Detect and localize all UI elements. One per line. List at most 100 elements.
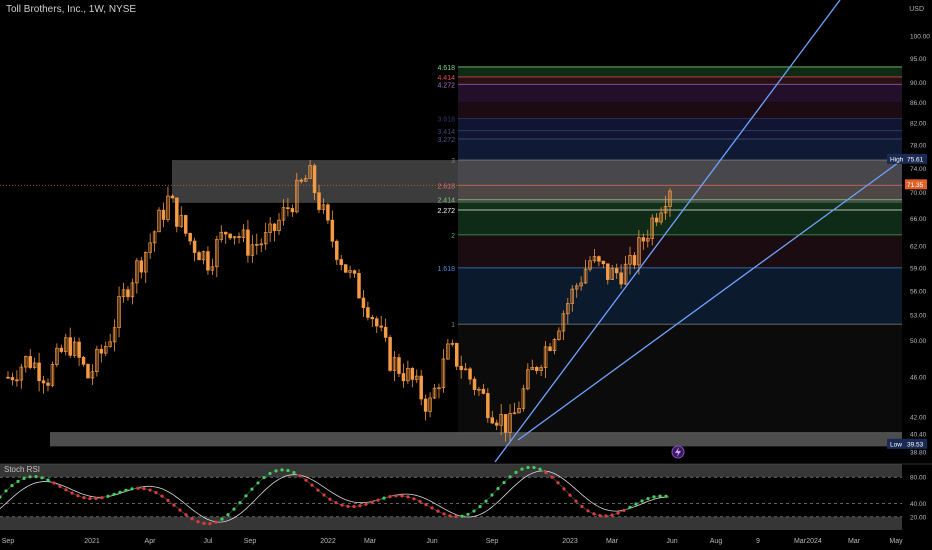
price-tick-label: 82.00 [910,121,927,128]
price-chart[interactable]: 4.618 4.4144.272 3.618 3.4143.272 3 2.618 2.41… [0,0,932,550]
candle-body [454,342,459,367]
stoch-dot [556,481,560,485]
fib-zone [458,66,902,77]
candle-body [206,251,210,271]
candle-body [228,233,232,239]
candle-body [286,207,290,210]
time-tick-label: Aug [710,538,723,545]
candle-body [77,341,81,358]
stoch-dot [274,469,278,473]
candle-body [197,252,201,261]
price-tick-label: 59.00 [910,265,927,272]
stoch-dot [106,494,110,498]
candle-body [375,318,379,327]
stoch-dot [538,467,542,471]
stoch-dot [16,479,20,483]
stoch-dot [466,512,470,516]
stoch-dot [256,481,260,485]
candle-body [641,237,646,242]
price-tick-label: 95.00 [910,56,927,63]
stoch-dot [94,497,98,501]
candle-body [397,357,401,374]
stoch-dot [622,508,626,512]
candle-body [534,366,539,371]
candle-body [6,376,10,379]
fib-zone [458,267,902,325]
support-box [50,432,902,447]
stoch-dot [496,487,500,491]
low-badge-value: 39.53 [907,441,924,448]
price-tick-label: 90.00 [910,80,927,87]
stoch-dot [478,504,482,509]
high-badge-label: High [890,156,904,163]
fib-label: 1 [451,322,455,329]
stoch-dot [160,494,164,498]
fib-label: 3.414 [437,129,455,136]
stoch-dot [70,491,74,495]
stoch-dot [442,512,446,516]
candle-body [312,165,317,194]
stoch-dot [460,514,464,518]
candle-body [126,289,130,298]
stoch-dot [550,475,554,479]
stoch-dot [370,500,374,504]
candle-body [494,422,499,426]
stoch-dot [286,468,290,473]
stoch-dot [88,496,92,501]
price-tick-label: 42.00 [910,415,927,422]
stoch-dot [388,494,392,499]
stoch-dot [424,502,428,507]
fib-zone [458,118,902,140]
stoch-dot [328,497,332,501]
candle-body [246,229,250,256]
stoch-dot [364,502,368,506]
stoch-dot [226,513,230,517]
candle-body [335,240,339,260]
oversold-band [0,516,902,530]
stoch-dot [304,478,308,482]
candle-body [223,231,228,235]
candle-body [326,204,330,221]
fib-label: 2 [451,233,455,240]
stoch-dot [628,505,632,509]
chart-title: Toll Brothers, Inc., 1W, NYSE [6,4,137,15]
candle-body [597,256,601,262]
lightning-icon[interactable] [671,445,685,459]
stoch-dot [82,496,86,500]
candle-body [237,236,241,238]
fib-zone [458,102,902,119]
stoch-dot [334,501,338,505]
stoch-dot [148,488,152,492]
stoch-dot [598,514,602,518]
candle-body [490,417,495,424]
stoch-dot [418,499,422,504]
stoch-dot [448,514,452,518]
stoch-dot [280,468,284,472]
stoch-dot [46,478,50,482]
stoch-dot [526,465,530,470]
stoch-dot [376,498,380,502]
stoch-dot [292,470,296,475]
candle-body [290,208,295,213]
stoch-dot [22,476,26,480]
last-badge-value: 71.35 [907,182,924,189]
candle-body [81,357,86,365]
stoch-dot [490,493,494,497]
stoch-dot [568,493,572,497]
candle-body [299,179,303,182]
candle-body [192,240,197,253]
stoch-dot [610,513,614,517]
time-tick-label: Mar [848,538,861,545]
candle-body [370,317,375,320]
candle-body [59,347,64,352]
stoch-dot [40,476,44,480]
candle-body [170,195,175,199]
fib-label: 4.618 [437,65,455,72]
stoch-dot [28,475,32,479]
stoch-dot [382,496,386,500]
price-tick-label: 74.00 [910,166,927,173]
fib-label: 4.272 [437,82,455,89]
candle-body [357,272,361,299]
stoch-dot [520,467,524,471]
candle-body [481,388,486,394]
